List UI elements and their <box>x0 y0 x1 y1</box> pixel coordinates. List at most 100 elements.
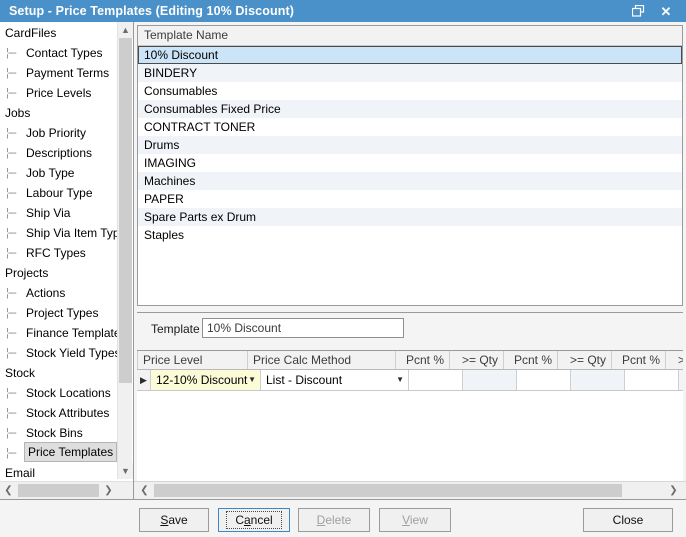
grid-column-header[interactable]: Pcnt % <box>612 351 666 369</box>
sidebar-item-label: Stock Bins <box>26 423 83 443</box>
grid-cell[interactable] <box>571 370 625 390</box>
template-list-header: Template Name <box>138 26 682 46</box>
grid-cell[interactable] <box>517 370 571 390</box>
restore-window-icon[interactable] <box>624 0 652 22</box>
sidebar-item-cardfiles[interactable]: CardFiles <box>0 23 118 43</box>
sidebar-item-rfc-types[interactable]: ¦---RFC Types <box>0 243 118 263</box>
template-list-rows[interactable]: 10% DiscountBINDERY Consumables Consumable… <box>138 46 682 244</box>
grid-column-header[interactable]: >= Qty <box>666 351 683 369</box>
sidebar-item-email[interactable]: Email <box>0 463 118 480</box>
tree-branch-icon: ¦--- <box>6 123 24 143</box>
list-item[interactable]: Spare Parts ex Drum <box>138 208 682 226</box>
tree-vertical-scrollbar[interactable]: ▲ ▼ <box>117 22 132 479</box>
template-name: Consumables Fixed Price <box>144 102 281 116</box>
sidebar-item-ship-via[interactable]: ¦---Ship Via <box>0 203 118 223</box>
list-item[interactable]: Consumables <box>138 82 682 100</box>
grid-cell[interactable] <box>463 370 517 390</box>
grid-row[interactable]: ▶12-10% Discount▼ List - Discount ▼ <box>137 370 683 391</box>
list-item[interactable]: Machines <box>138 172 682 190</box>
price-level-grid-body[interactable]: ▶12-10% Discount▼ List - Discount ▼ <box>137 370 683 391</box>
chevron-up-icon[interactable]: ▲ <box>118 22 133 38</box>
sidebar-item-labour-type[interactable]: ¦---Labour Type <box>0 183 118 203</box>
sidebar-item-contact-types[interactable]: ¦---Contact Types <box>0 43 118 63</box>
grid-cell[interactable] <box>409 370 463 390</box>
sidebar-item-label: Project Types <box>26 303 98 323</box>
tree-branch-icon: ¦--- <box>6 243 24 263</box>
grid-column-header[interactable]: >= Qty <box>558 351 612 369</box>
chevron-down-icon[interactable]: ▼ <box>396 370 404 390</box>
sidebar-item-job-type[interactable]: ¦---Job Type <box>0 163 118 183</box>
save-button[interactable]: Save <box>139 508 209 532</box>
list-item[interactable]: 10% Discount <box>138 46 682 64</box>
list-item[interactable]: Staples <box>138 226 682 244</box>
sidebar-item-label: Payment Terms <box>26 63 109 83</box>
grid-cell-value: List - Discount <box>266 373 342 387</box>
tree-branch-icon: ¦--- <box>6 203 24 223</box>
list-item[interactable]: PAPER <box>138 190 682 208</box>
grid-cell[interactable]: List - Discount ▼ <box>261 370 409 390</box>
cancel-button[interactable]: Cancel <box>218 508 290 532</box>
template-name-input[interactable] <box>202 318 404 338</box>
sidebar-item-jobs[interactable]: Jobs <box>0 103 118 123</box>
tree-vscroll-thumb[interactable] <box>119 38 132 383</box>
tree-hscroll-thumb[interactable] <box>18 484 99 497</box>
sidebar-item-job-priority[interactable]: ¦---Job Priority <box>0 123 118 143</box>
sidebar-item-price-levels[interactable]: ¦---Price Levels <box>0 83 118 103</box>
sidebar-item-project-types[interactable]: ¦---Project Types <box>0 303 118 323</box>
list-item[interactable]: BINDERY <box>138 64 682 82</box>
chevron-right-icon[interactable]: ❯ <box>665 482 682 499</box>
delete-button: Delete <box>298 508 370 532</box>
row-pointer-icon: ▶ <box>137 370 151 390</box>
setup-tree[interactable]: CardFiles¦---Contact Types¦---Payment Te… <box>0 22 118 480</box>
grid-column-header[interactable]: Pcnt % <box>504 351 558 369</box>
sidebar-item-stock-attributes[interactable]: ¦---Stock Attributes <box>0 403 118 423</box>
tree-horizontal-scrollbar[interactable]: ❮ ❯ <box>0 481 133 499</box>
sidebar-item-projects[interactable]: Projects <box>0 263 118 283</box>
chevron-left-icon[interactable]: ❮ <box>0 482 17 499</box>
chevron-left-icon[interactable]: ❮ <box>136 482 153 499</box>
sidebar-item-stock-bins[interactable]: ¦---Stock Bins <box>0 423 118 443</box>
sidebar-item-stock[interactable]: Stock <box>0 363 118 383</box>
template-name: Consumables <box>144 84 217 98</box>
grid-column-header[interactable]: Price Calc Method <box>248 351 396 369</box>
tree-branch-icon: ¦--- <box>6 423 24 443</box>
price-level-grid-header[interactable]: Price LevelPrice Calc MethodPcnt %>= Qty… <box>137 351 683 370</box>
sidebar-item-price-templates[interactable]: ¦---Price Templates <box>0 443 118 463</box>
sidebar-item-actions[interactable]: ¦---Actions <box>0 283 118 303</box>
grid-cell[interactable] <box>679 370 683 390</box>
grid-cell[interactable]: 12-10% Discount▼ <box>151 370 261 390</box>
sidebar-item-label: Price Templates <box>24 442 117 462</box>
close-button[interactable]: Close <box>583 508 673 532</box>
chevron-right-icon[interactable]: ❯ <box>100 482 117 499</box>
sidebar-item-descriptions[interactable]: ¦---Descriptions <box>0 143 118 163</box>
template-list[interactable]: Template Name 10% DiscountBINDERY Consuma… <box>137 25 683 306</box>
sidebar-item-finance-templates[interactable]: ¦---Finance Templates <box>0 323 118 343</box>
price-level-grid[interactable]: Price LevelPrice Calc MethodPcnt %>= Qty… <box>137 350 683 498</box>
list-item[interactable]: IMAGING <box>138 154 682 172</box>
window-titlebar: Setup - Price Templates (Editing 10% Dis… <box>0 0 686 22</box>
grid-column-header[interactable]: Price Level <box>138 351 248 369</box>
grid-column-header[interactable]: Pcnt % <box>396 351 450 369</box>
list-item[interactable]: Consumables Fixed Price <box>138 100 682 118</box>
tree-branch-icon: ¦--- <box>6 383 24 403</box>
chevron-down-icon[interactable]: ▼ <box>118 463 133 479</box>
sidebar-item-label: Descriptions <box>26 143 92 163</box>
sidebar-item-stock-yield-types[interactable]: ¦---Stock Yield Types <box>0 343 118 363</box>
sidebar-item-label: Labour Type <box>26 183 93 203</box>
close-icon[interactable]: ✕ <box>652 0 680 22</box>
grid-cell[interactable] <box>625 370 679 390</box>
grid-column-header[interactable]: >= Qty <box>450 351 504 369</box>
window-content: CardFiles¦---Contact Types¦---Payment Te… <box>0 22 686 499</box>
sidebar-item-ship-via-item-types[interactable]: ¦---Ship Via Item Types <box>0 223 118 243</box>
template-name: CONTRACT TONER <box>144 120 255 134</box>
sidebar-item-label: Ship Via Item Types <box>26 223 118 243</box>
list-item[interactable]: CONTRACT TONER <box>138 118 682 136</box>
grid-hscroll-thumb[interactable] <box>154 484 622 497</box>
list-item[interactable]: Drums <box>138 136 682 154</box>
chevron-down-icon[interactable]: ▼ <box>248 370 256 390</box>
sidebar-item-stock-locations[interactable]: ¦---Stock Locations <box>0 383 118 403</box>
sidebar-item-payment-terms[interactable]: ¦---Payment Terms <box>0 63 118 83</box>
tree-branch-icon: ¦--- <box>6 163 24 183</box>
template-name: IMAGING <box>144 156 196 170</box>
grid-horizontal-scrollbar[interactable]: ❮ ❯ <box>134 481 686 499</box>
